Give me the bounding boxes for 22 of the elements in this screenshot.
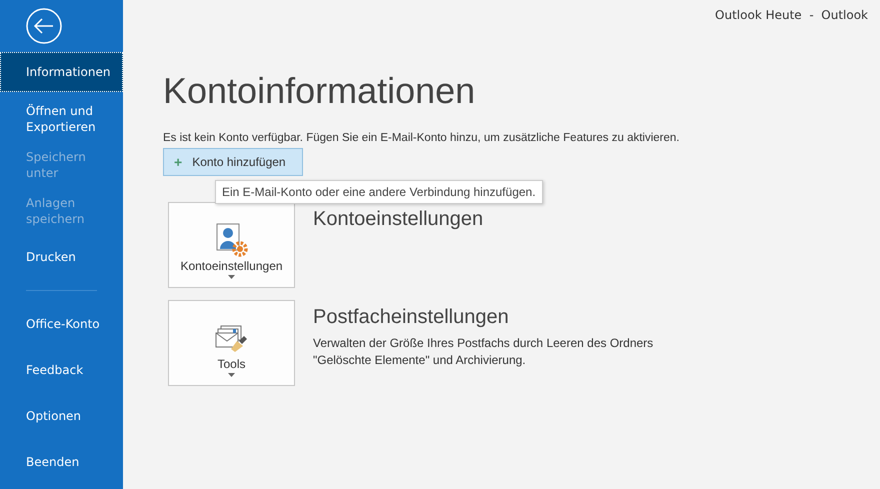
tooltip: Ein E-Mail-Konto oder eine andere Verbindung hinzufügen. [215, 180, 543, 204]
settings-card-button[interactable]: Kontoeinstellungen [168, 202, 295, 288]
add-account-button[interactable]: + Konto hinzufügen [163, 148, 303, 176]
back-icon[interactable] [26, 8, 62, 44]
mailbox-cleanup-icon [214, 325, 248, 355]
section-heading: Postfacheinstellungen [313, 306, 510, 329]
sidebar-item[interactable]: Öffnen und Exportieren [0, 100, 123, 138]
window-title: Outlook Heute - Outlook [715, 8, 868, 22]
sidebar-item[interactable]: Office-Konto [0, 305, 123, 343]
sidebar-item[interactable]: Informationen [0, 52, 123, 92]
sidebar-item[interactable]: Feedback [0, 351, 123, 389]
section-description: Verwalten der Größe Ihres Postfachs durch Leeren des Ordners "Gelöschte Elemente" und Archivierung. [313, 335, 654, 369]
section-heading: Kontoeinstellungen [313, 208, 484, 231]
sidebar-item[interactable]: Drucken [0, 238, 123, 276]
account-settings-icon [214, 223, 248, 257]
sidebar-item[interactable]: Beenden [0, 443, 123, 481]
page-title: Kontoinformationen [163, 70, 476, 112]
description-text: Es ist kein Konto verfügbar. Fügen Sie ein E-Mail-Konto hinzu, um zusätzliche Features zu aktivieren. [163, 132, 680, 144]
caret-icon [228, 373, 235, 377]
caret-icon [228, 275, 235, 279]
sidebar-item[interactable]: Optionen [0, 397, 123, 435]
settings-card-button[interactable]: Tools [168, 300, 295, 386]
